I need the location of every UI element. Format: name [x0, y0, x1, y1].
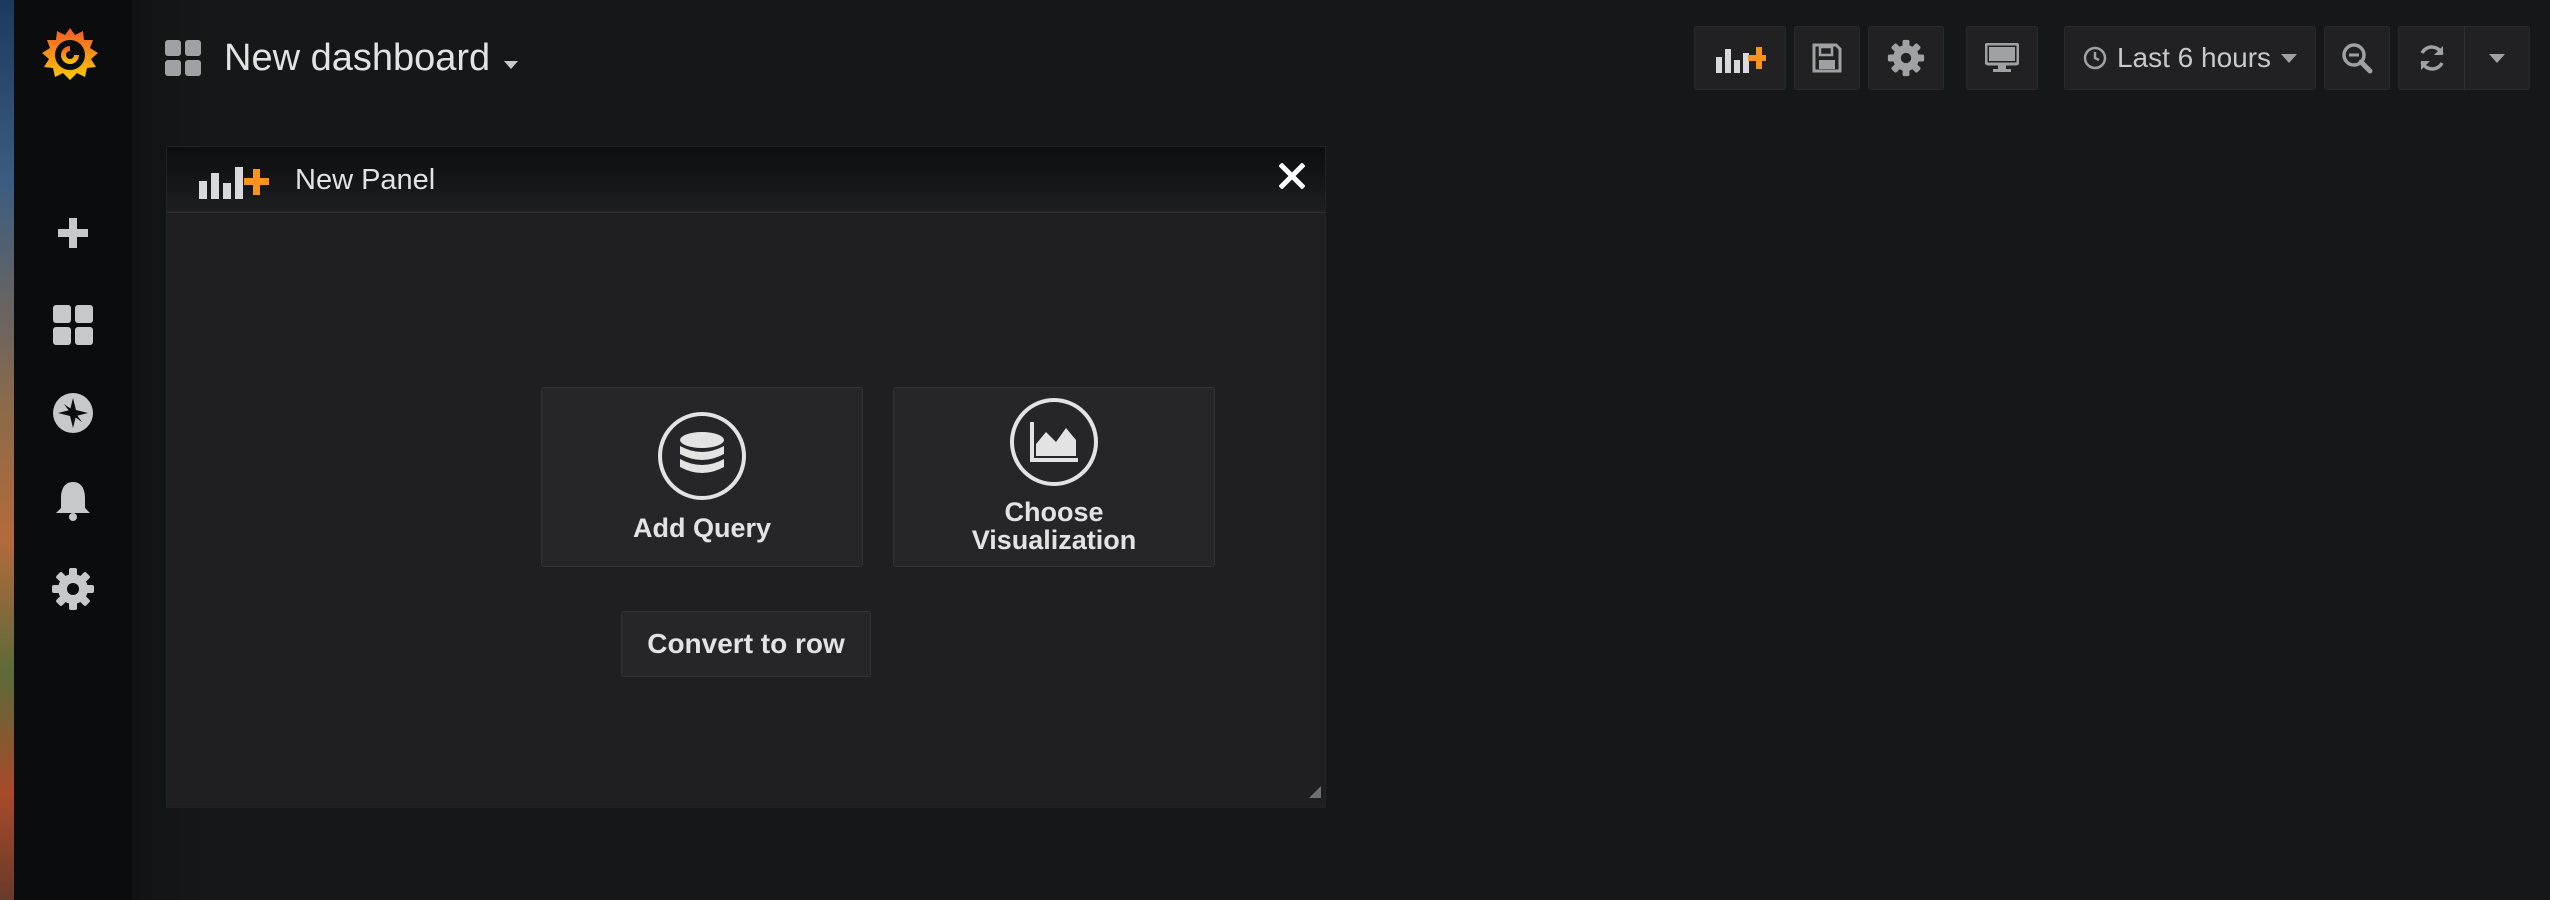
create-icon[interactable] [36, 196, 110, 270]
panel-title: New Panel [295, 164, 436, 196]
sidemenu [14, 0, 132, 900]
dashboard-title: New dashboard [224, 36, 491, 79]
zoom-out-icon [2342, 43, 2373, 74]
caret-down-icon [504, 61, 519, 69]
panel-header: New Panel [167, 147, 1325, 213]
gear-icon [1887, 39, 1925, 77]
caret-down-icon [2281, 53, 2298, 63]
configuration-icon[interactable] [36, 552, 110, 626]
save-icon [1812, 43, 1842, 73]
choose-visualization-label-line2: Visualization [971, 525, 1137, 555]
alerting-icon[interactable] [36, 464, 110, 538]
explore-icon[interactable] [36, 376, 110, 450]
time-range-label: Last 6 hours [2116, 42, 2272, 73]
database-icon [658, 412, 746, 500]
caret-down-icon [2489, 53, 2505, 63]
new-panel: New Panel Add Query Choose Visualization… [166, 146, 1326, 808]
grafana-logo-icon[interactable] [36, 22, 104, 90]
refresh-button-group [2398, 26, 2530, 90]
dashboards-icon[interactable] [36, 288, 110, 362]
monitor-icon [1985, 43, 2019, 72]
refresh-icon [2419, 45, 2444, 71]
close-panel-button[interactable] [1278, 162, 1306, 194]
choose-visualization-label-line1: Choose [1004, 497, 1104, 527]
desktop-wallpaper [0, 0, 14, 900]
dashboard-title-button[interactable]: New dashboard [164, 30, 519, 86]
zoom-out-button[interactable] [2324, 26, 2390, 90]
add-panel-icon [199, 167, 269, 199]
convert-to-row-button[interactable]: Convert to row [621, 611, 871, 677]
refresh-interval-dropdown[interactable] [2465, 27, 2529, 89]
add-query-label: Add Query [632, 513, 772, 543]
time-range-picker[interactable]: Last 6 hours [2064, 26, 2316, 90]
save-dashboard-button[interactable] [1794, 26, 1860, 90]
main-area: New dashboard Last 6 hours New Panel Add… [132, 0, 2550, 900]
area-chart-icon [1010, 398, 1098, 486]
refresh-button[interactable] [2399, 27, 2465, 89]
dashboard-settings-button[interactable] [1868, 26, 1944, 90]
add-panel-icon [1716, 47, 1766, 73]
add-panel-button[interactable] [1694, 26, 1786, 90]
add-query-button[interactable]: Add Query [541, 387, 863, 567]
clock-icon [2083, 46, 2107, 70]
dashboard-grid-icon [165, 40, 201, 76]
resize-handle-icon[interactable] [1309, 785, 1321, 803]
view-mode-button[interactable] [1966, 26, 2038, 90]
close-icon [1278, 162, 1306, 190]
choose-visualization-button[interactable]: Choose Visualization [893, 387, 1215, 567]
